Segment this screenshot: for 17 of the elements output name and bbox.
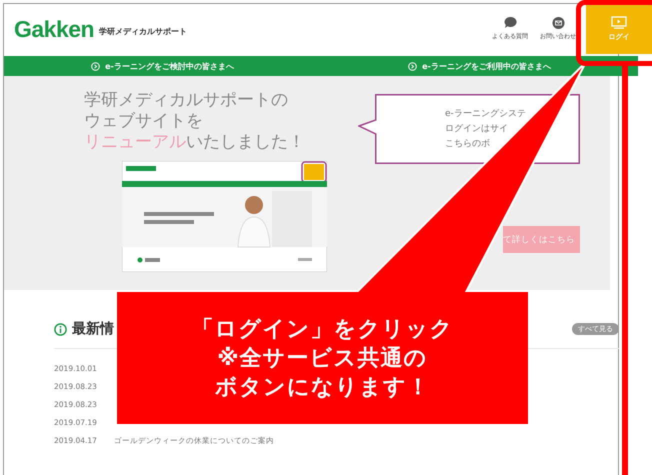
monitor-icon bbox=[611, 16, 627, 29]
bubble-text: e-ラーニングシステ ログインはサイ こちらのボ bbox=[445, 108, 526, 150]
nav-link[interactable]: e-ラーニングをご利用中の皆さまへ bbox=[408, 60, 551, 72]
arrow-circle-icon bbox=[91, 62, 100, 70]
nav-link[interactable]: e-ラーニングをご検討中の皆さまへ bbox=[91, 60, 234, 72]
mail-icon bbox=[552, 17, 564, 29]
site-subtitle: 学研メディカルサポート bbox=[99, 26, 188, 37]
hero-heading-line: リニューアルいたしました！ bbox=[84, 132, 306, 153]
section-title: 最新情 bbox=[72, 320, 114, 338]
hero-heading-line: ウェブサイトを bbox=[84, 111, 204, 132]
details-button[interactable]: て詳しくはこちら bbox=[503, 226, 580, 253]
info-icon bbox=[54, 322, 67, 336]
hero-heading-line: 学研メディカルサポートの bbox=[84, 90, 289, 111]
chat-bubble-icon bbox=[504, 17, 516, 29]
arrow-circle-icon bbox=[408, 62, 418, 70]
callout: 「ログイン」をクリック ※全サービス共通の ボタンになります！ bbox=[117, 292, 528, 424]
logo[interactable]: Gakken bbox=[14, 16, 94, 42]
